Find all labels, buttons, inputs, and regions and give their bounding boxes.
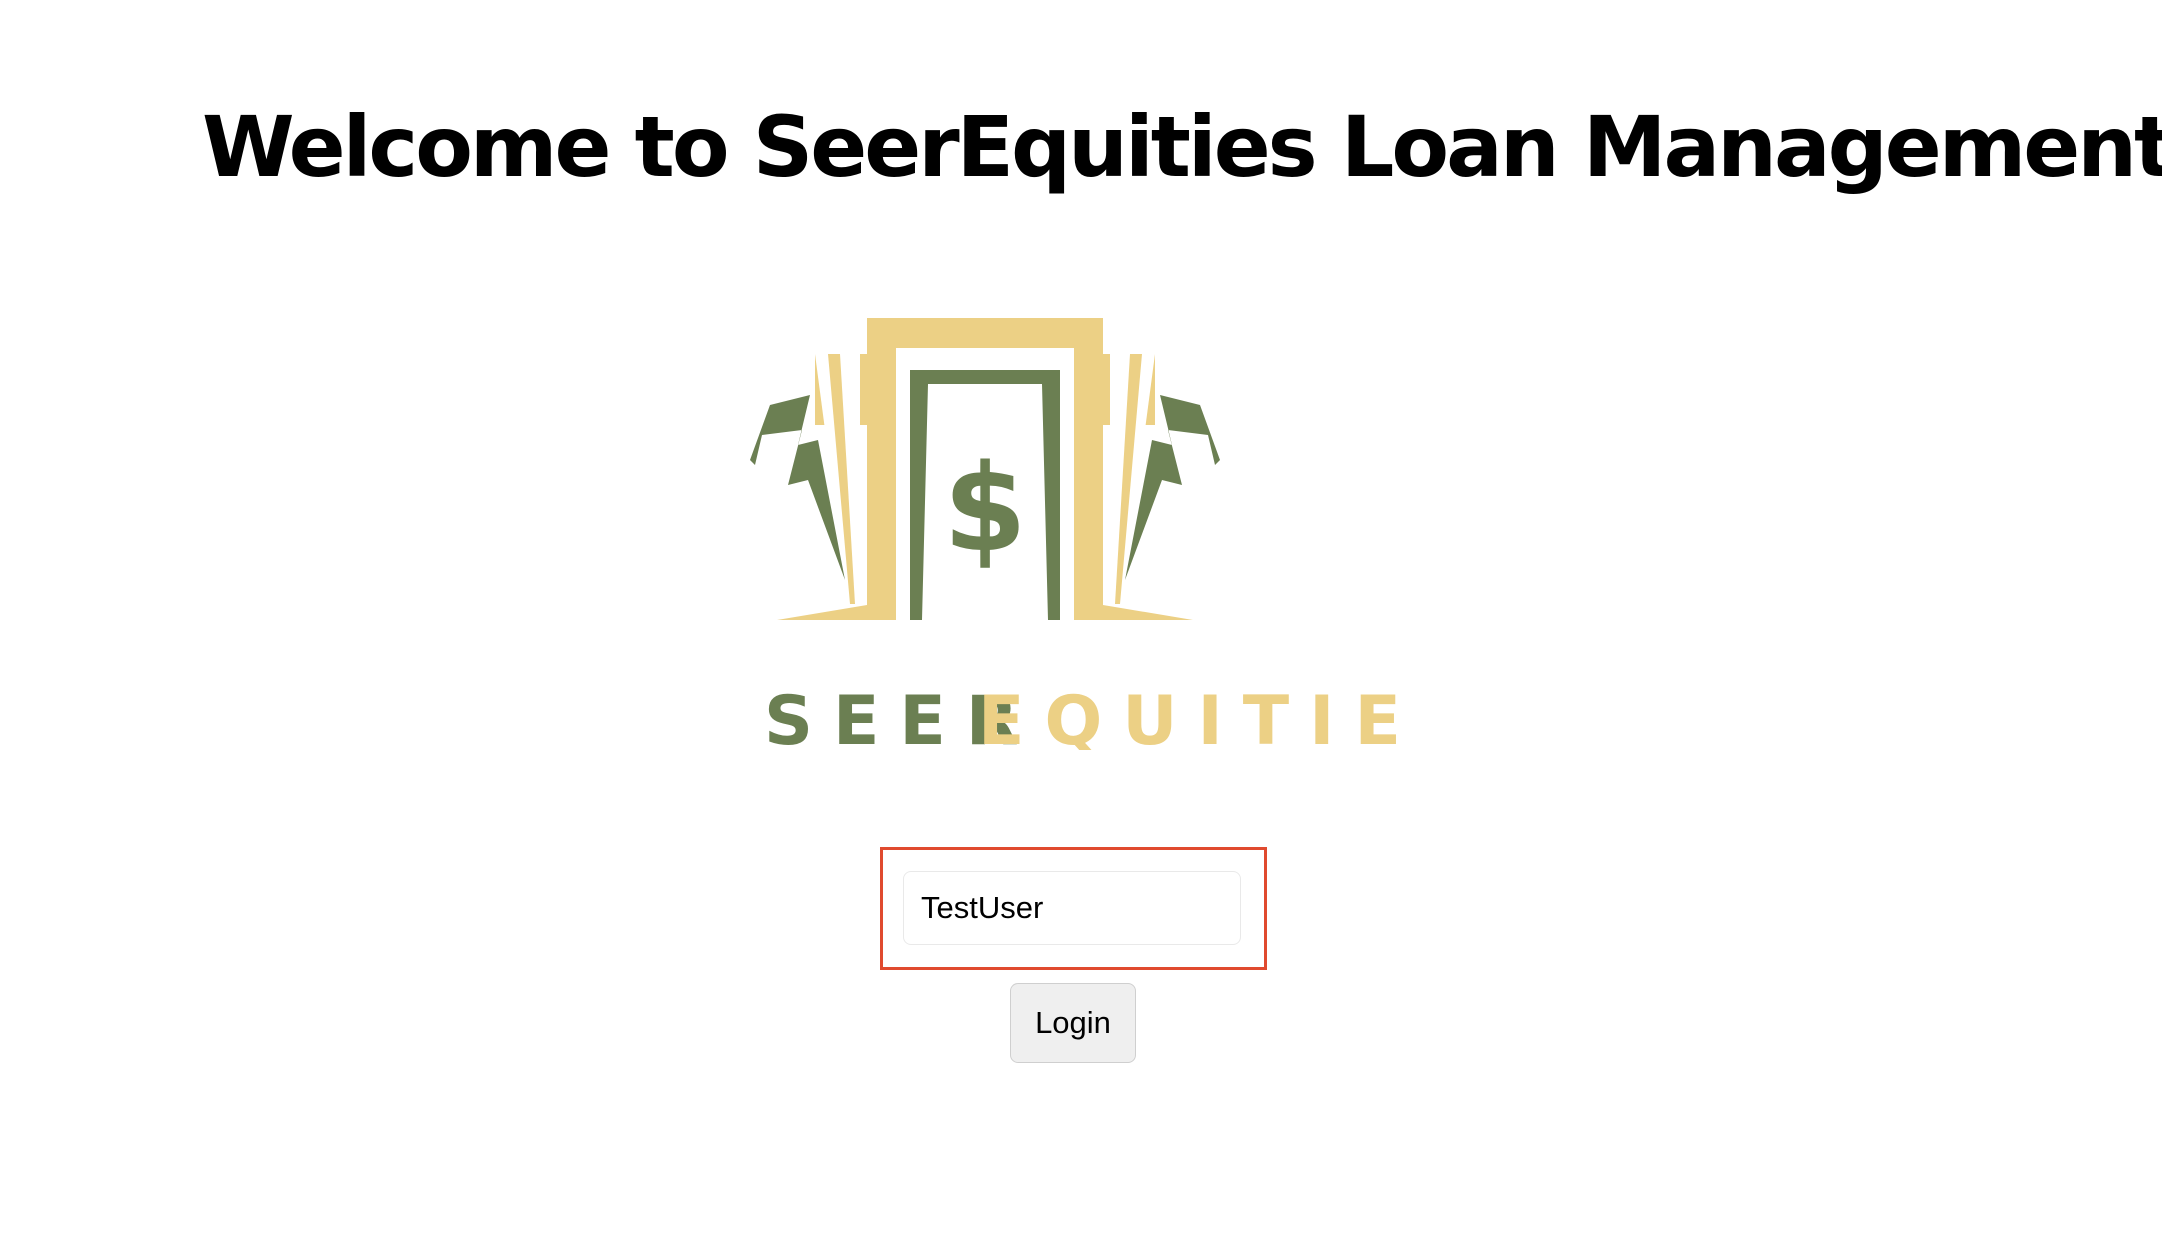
username-input[interactable]	[903, 871, 1241, 945]
logo-emblem: $	[750, 318, 1220, 620]
dollar-sign-icon: $	[943, 440, 1027, 579]
seerequities-logo: $ SEER EQUITIES	[750, 318, 1410, 750]
login-button[interactable]: Login	[1010, 983, 1136, 1063]
page-title: Welcome to SeerEquities Loan Management	[202, 98, 2162, 196]
logo-word-equities: EQUITIES	[978, 682, 1410, 750]
logo-wordmark: SEER EQUITIES	[764, 682, 1410, 750]
